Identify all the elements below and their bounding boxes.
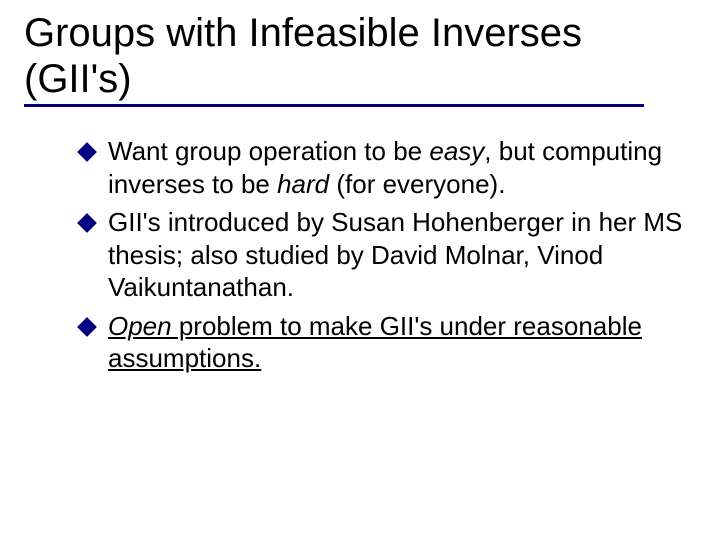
text-fragment: problem to make GII's under reasonable a…: [108, 311, 642, 374]
slide-title: Groups with Infeasible Inverses (GII's): [24, 10, 644, 102]
title-underline: Groups with Infeasible Inverses (GII's): [24, 10, 644, 107]
list-item: Want group operation to be easy, but com…: [80, 135, 686, 200]
bullet-text: Want group operation to be easy, but com…: [108, 135, 686, 200]
list-item: GII's introduced by Susan Hohenberger in…: [80, 206, 686, 304]
bullet-text: GII's introduced by Susan Hohenberger in…: [108, 206, 686, 304]
text-fragment: (for everyone).: [329, 169, 505, 199]
text-fragment: Want group operation to be: [108, 136, 429, 166]
slide: Groups with Infeasible Inverses (GII's) …: [0, 0, 720, 401]
diamond-bullet-icon: [77, 317, 97, 337]
underlined-text: Open problem to make GII's under reasona…: [108, 311, 642, 374]
diamond-bullet-icon: [77, 142, 97, 162]
emphasis: Open: [108, 311, 172, 341]
diamond-bullet-icon: [77, 213, 97, 233]
emphasis: easy: [429, 136, 484, 166]
emphasis: hard: [277, 169, 329, 199]
bullet-text: Open problem to make GII's under reasona…: [108, 310, 686, 375]
list-item: Open problem to make GII's under reasona…: [80, 310, 686, 375]
bullet-list: Want group operation to be easy, but com…: [80, 135, 686, 375]
